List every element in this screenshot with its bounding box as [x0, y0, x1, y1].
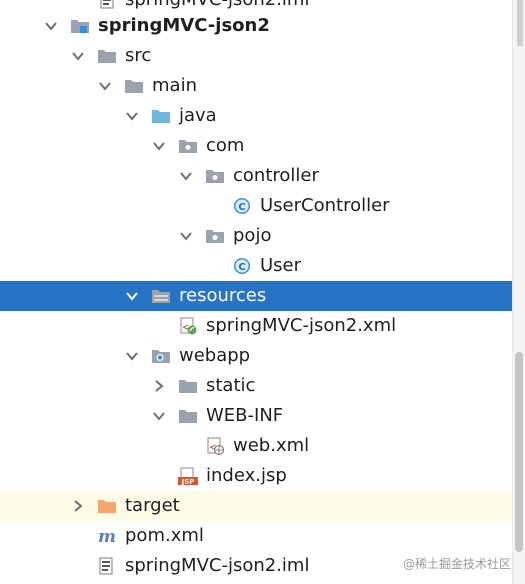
tree-item-com[interactable]: com [0, 131, 513, 161]
package-icon [205, 167, 225, 185]
tree-item-label: webapp [179, 345, 251, 366]
chevron-down-icon[interactable] [71, 49, 85, 63]
excluded-folder-icon [97, 497, 117, 515]
tree-item-label: src [125, 45, 152, 66]
iml-file-icon [97, 557, 117, 575]
tree-item-module[interactable]: springMVC-json2 [0, 11, 513, 41]
svg-text:C: C [238, 262, 245, 273]
chevron-down-icon[interactable] [152, 139, 166, 153]
tree-item-usercontroller[interactable]: C UserController [0, 191, 513, 221]
svg-text:m: m [98, 527, 116, 545]
web-xml-icon: < [205, 437, 225, 455]
tree-item-label: index.jsp [206, 465, 287, 486]
scrollbar-thumb[interactable] [515, 352, 523, 552]
web-folder-icon [151, 347, 171, 365]
tree-item-label: static [206, 375, 256, 396]
svg-text:C: C [238, 202, 245, 213]
chevron-right-icon[interactable] [71, 499, 85, 513]
chevron-right-icon[interactable] [152, 379, 166, 393]
module-folder-icon [70, 17, 90, 35]
tree-item-controller[interactable]: controller [0, 161, 513, 191]
tree-item-target[interactable]: target [0, 491, 513, 521]
chevron-down-icon[interactable] [125, 109, 139, 123]
tree-item-label: pom.xml [125, 525, 204, 546]
tree-item-springmvc-xml[interactable]: < springMVC-json2.xml [0, 311, 513, 341]
tree-item-label: User [260, 255, 302, 276]
maven-icon: m [97, 527, 117, 545]
java-class-icon: C [232, 257, 252, 275]
watermark: @稀土掘金技术社区 [402, 557, 511, 571]
tree-item-resources[interactable]: resources [0, 281, 513, 311]
tree-item-web-xml[interactable]: < web.xml [0, 431, 513, 461]
chevron-down-icon[interactable] [44, 19, 58, 33]
tree-item-index-jsp[interactable]: JSP index.jsp [0, 461, 513, 491]
tree-item-src[interactable]: src [0, 41, 513, 71]
folder-icon [178, 377, 198, 395]
folder-icon [178, 407, 198, 425]
java-class-icon: C [232, 197, 252, 215]
tree-item-label: main [152, 75, 197, 96]
folder-icon [97, 47, 117, 65]
tree-item-label: pojo [233, 225, 272, 246]
tree-item-label: com [206, 135, 245, 156]
chevron-down-icon[interactable] [98, 79, 112, 93]
tree-item-web-inf[interactable]: WEB-INF [0, 401, 513, 431]
tree-item-label: web.xml [233, 435, 310, 456]
package-icon [205, 227, 225, 245]
tree-item-user[interactable]: C User [0, 251, 513, 281]
resources-folder-icon [151, 287, 171, 305]
iml-file-icon [98, 0, 118, 9]
chevron-down-icon[interactable] [179, 229, 193, 243]
tree-item-static[interactable]: static [0, 371, 513, 401]
chevron-down-icon[interactable] [179, 169, 193, 183]
tree-item-label: springMVC-json2.xml [206, 315, 397, 336]
tree-item-label: controller [233, 165, 319, 186]
tree-item-pojo[interactable]: pojo [0, 221, 513, 251]
tree-item-label: springMVC-json2 [98, 15, 270, 36]
jsp-file-icon: JSP [178, 467, 198, 485]
tree-item-main[interactable]: main [0, 71, 513, 101]
tree-item-label: java [179, 105, 217, 126]
tree-item-pom-xml[interactable]: m pom.xml [0, 521, 513, 551]
vertical-scrollbar[interactable] [512, 0, 525, 584]
source-root-folder-icon [151, 107, 171, 125]
svg-text:JSP: JSP [181, 478, 195, 485]
chevron-down-icon[interactable] [125, 289, 139, 303]
tree-item-label: target [125, 495, 180, 516]
chevron-down-icon[interactable] [125, 349, 139, 363]
tree-item-label: resources [179, 285, 267, 306]
tree-item-java[interactable]: java [0, 101, 513, 131]
spring-xml-icon: < [178, 317, 198, 335]
scrollbar-top-marker [517, 0, 523, 46]
package-icon [178, 137, 198, 155]
tree-item-label: springMVC-json2.iml [125, 0, 309, 11]
tree-item-label: UserController [260, 195, 390, 216]
tree-item-webapp[interactable]: webapp [0, 341, 513, 371]
project-tree: springMVC-json2.iml springMVC-json2 src … [0, 0, 525, 584]
tree-item-label: WEB-INF [206, 405, 284, 426]
tree-item-label: springMVC-json2.iml [125, 555, 310, 576]
folder-icon [124, 77, 144, 95]
chevron-down-icon[interactable] [152, 409, 166, 423]
